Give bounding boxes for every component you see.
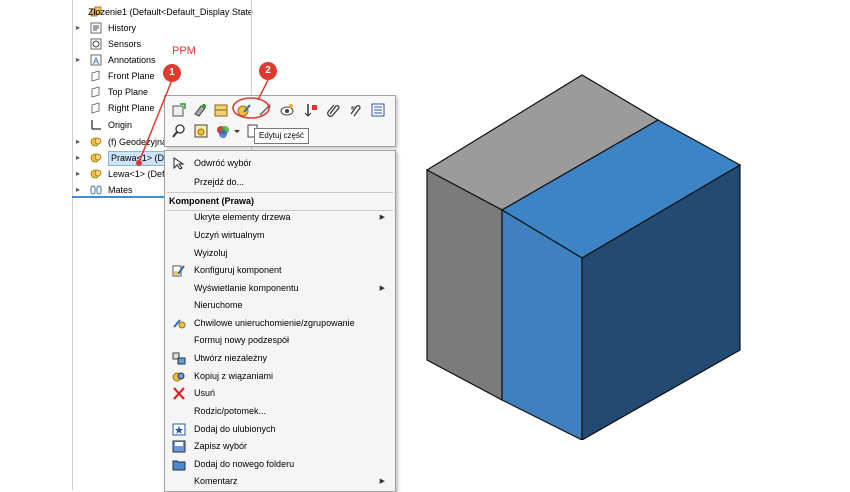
callout-line-1	[138, 79, 173, 163]
highlight-ellipse	[232, 97, 270, 119]
ppm-label: PPM	[172, 45, 196, 57]
callout-dot-1	[136, 160, 142, 166]
model-viewport[interactable]	[420, 70, 750, 440]
callout-line-2	[257, 79, 269, 101]
step-badge-2: 2	[259, 62, 277, 80]
step-badge-1: 1	[163, 64, 181, 82]
model-left-gray	[426, 169, 503, 401]
